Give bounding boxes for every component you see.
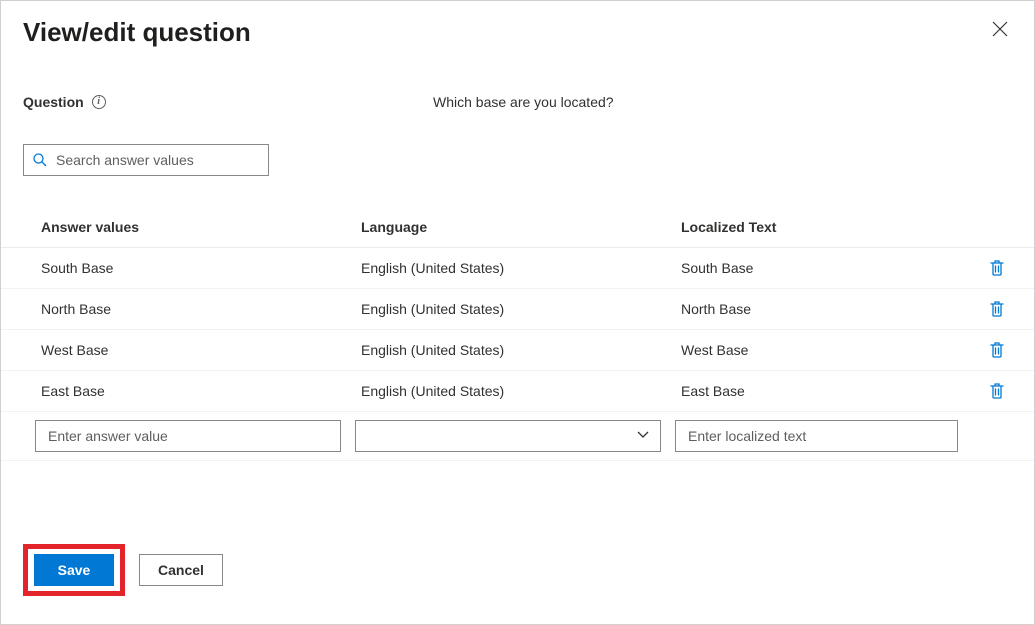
delete-row-button[interactable]	[989, 300, 1005, 318]
cell-answer-value: South Base	[41, 260, 361, 276]
table-row: North Base English (United States) North…	[1, 289, 1034, 330]
cell-answer-value: North Base	[41, 301, 361, 317]
trash-icon	[989, 259, 1005, 277]
info-icon[interactable]: i	[92, 95, 106, 109]
answer-values-table: Answer values Language Localized Text So…	[1, 206, 1034, 461]
cell-language: English (United States)	[361, 260, 681, 276]
language-select[interactable]	[355, 420, 661, 452]
dialog-footer: Save Cancel	[23, 544, 223, 596]
save-highlight: Save	[23, 544, 125, 596]
cell-answer-value: West Base	[41, 342, 361, 358]
table-header: Answer values Language Localized Text	[1, 206, 1034, 248]
save-button[interactable]: Save	[34, 554, 114, 586]
trash-icon	[989, 382, 1005, 400]
view-edit-question-panel: View/edit question Question i Which base…	[0, 0, 1035, 625]
localized-text-input[interactable]	[686, 427, 947, 445]
panel-title: View/edit question	[23, 17, 251, 48]
question-field-label: Question i	[23, 94, 433, 110]
search-icon	[32, 152, 48, 168]
cell-localized-text: North Base	[681, 301, 972, 317]
cell-localized-text: East Base	[681, 383, 972, 399]
question-text: Which base are you located?	[433, 94, 614, 110]
new-answer-row	[1, 420, 1034, 461]
trash-icon	[989, 300, 1005, 318]
table-row: West Base English (United States) West B…	[1, 330, 1034, 371]
localized-text-input-wrap[interactable]	[675, 420, 958, 452]
col-header-localized-text[interactable]: Localized Text	[681, 219, 972, 235]
cell-localized-text: West Base	[681, 342, 972, 358]
table-row: East Base English (United States) East B…	[1, 371, 1034, 412]
cell-localized-text: South Base	[681, 260, 972, 276]
chevron-down-icon	[636, 428, 650, 445]
question-label-text: Question	[23, 94, 84, 110]
close-icon	[992, 21, 1008, 37]
delete-row-button[interactable]	[989, 341, 1005, 359]
search-input[interactable]	[54, 151, 260, 169]
col-header-answer-values[interactable]: Answer values	[41, 219, 361, 235]
answer-value-input-wrap[interactable]	[35, 420, 341, 452]
cell-answer-value: East Base	[41, 383, 361, 399]
cell-language: English (United States)	[361, 342, 681, 358]
answer-value-input[interactable]	[46, 427, 330, 445]
delete-row-button[interactable]	[989, 382, 1005, 400]
close-button[interactable]	[988, 17, 1012, 41]
search-answer-values-box[interactable]	[23, 144, 269, 176]
delete-row-button[interactable]	[989, 259, 1005, 277]
trash-icon	[989, 341, 1005, 359]
col-header-language[interactable]: Language	[361, 219, 681, 235]
cell-language: English (United States)	[361, 383, 681, 399]
table-row: South Base English (United States) South…	[1, 248, 1034, 289]
cell-language: English (United States)	[361, 301, 681, 317]
cancel-button[interactable]: Cancel	[139, 554, 223, 586]
